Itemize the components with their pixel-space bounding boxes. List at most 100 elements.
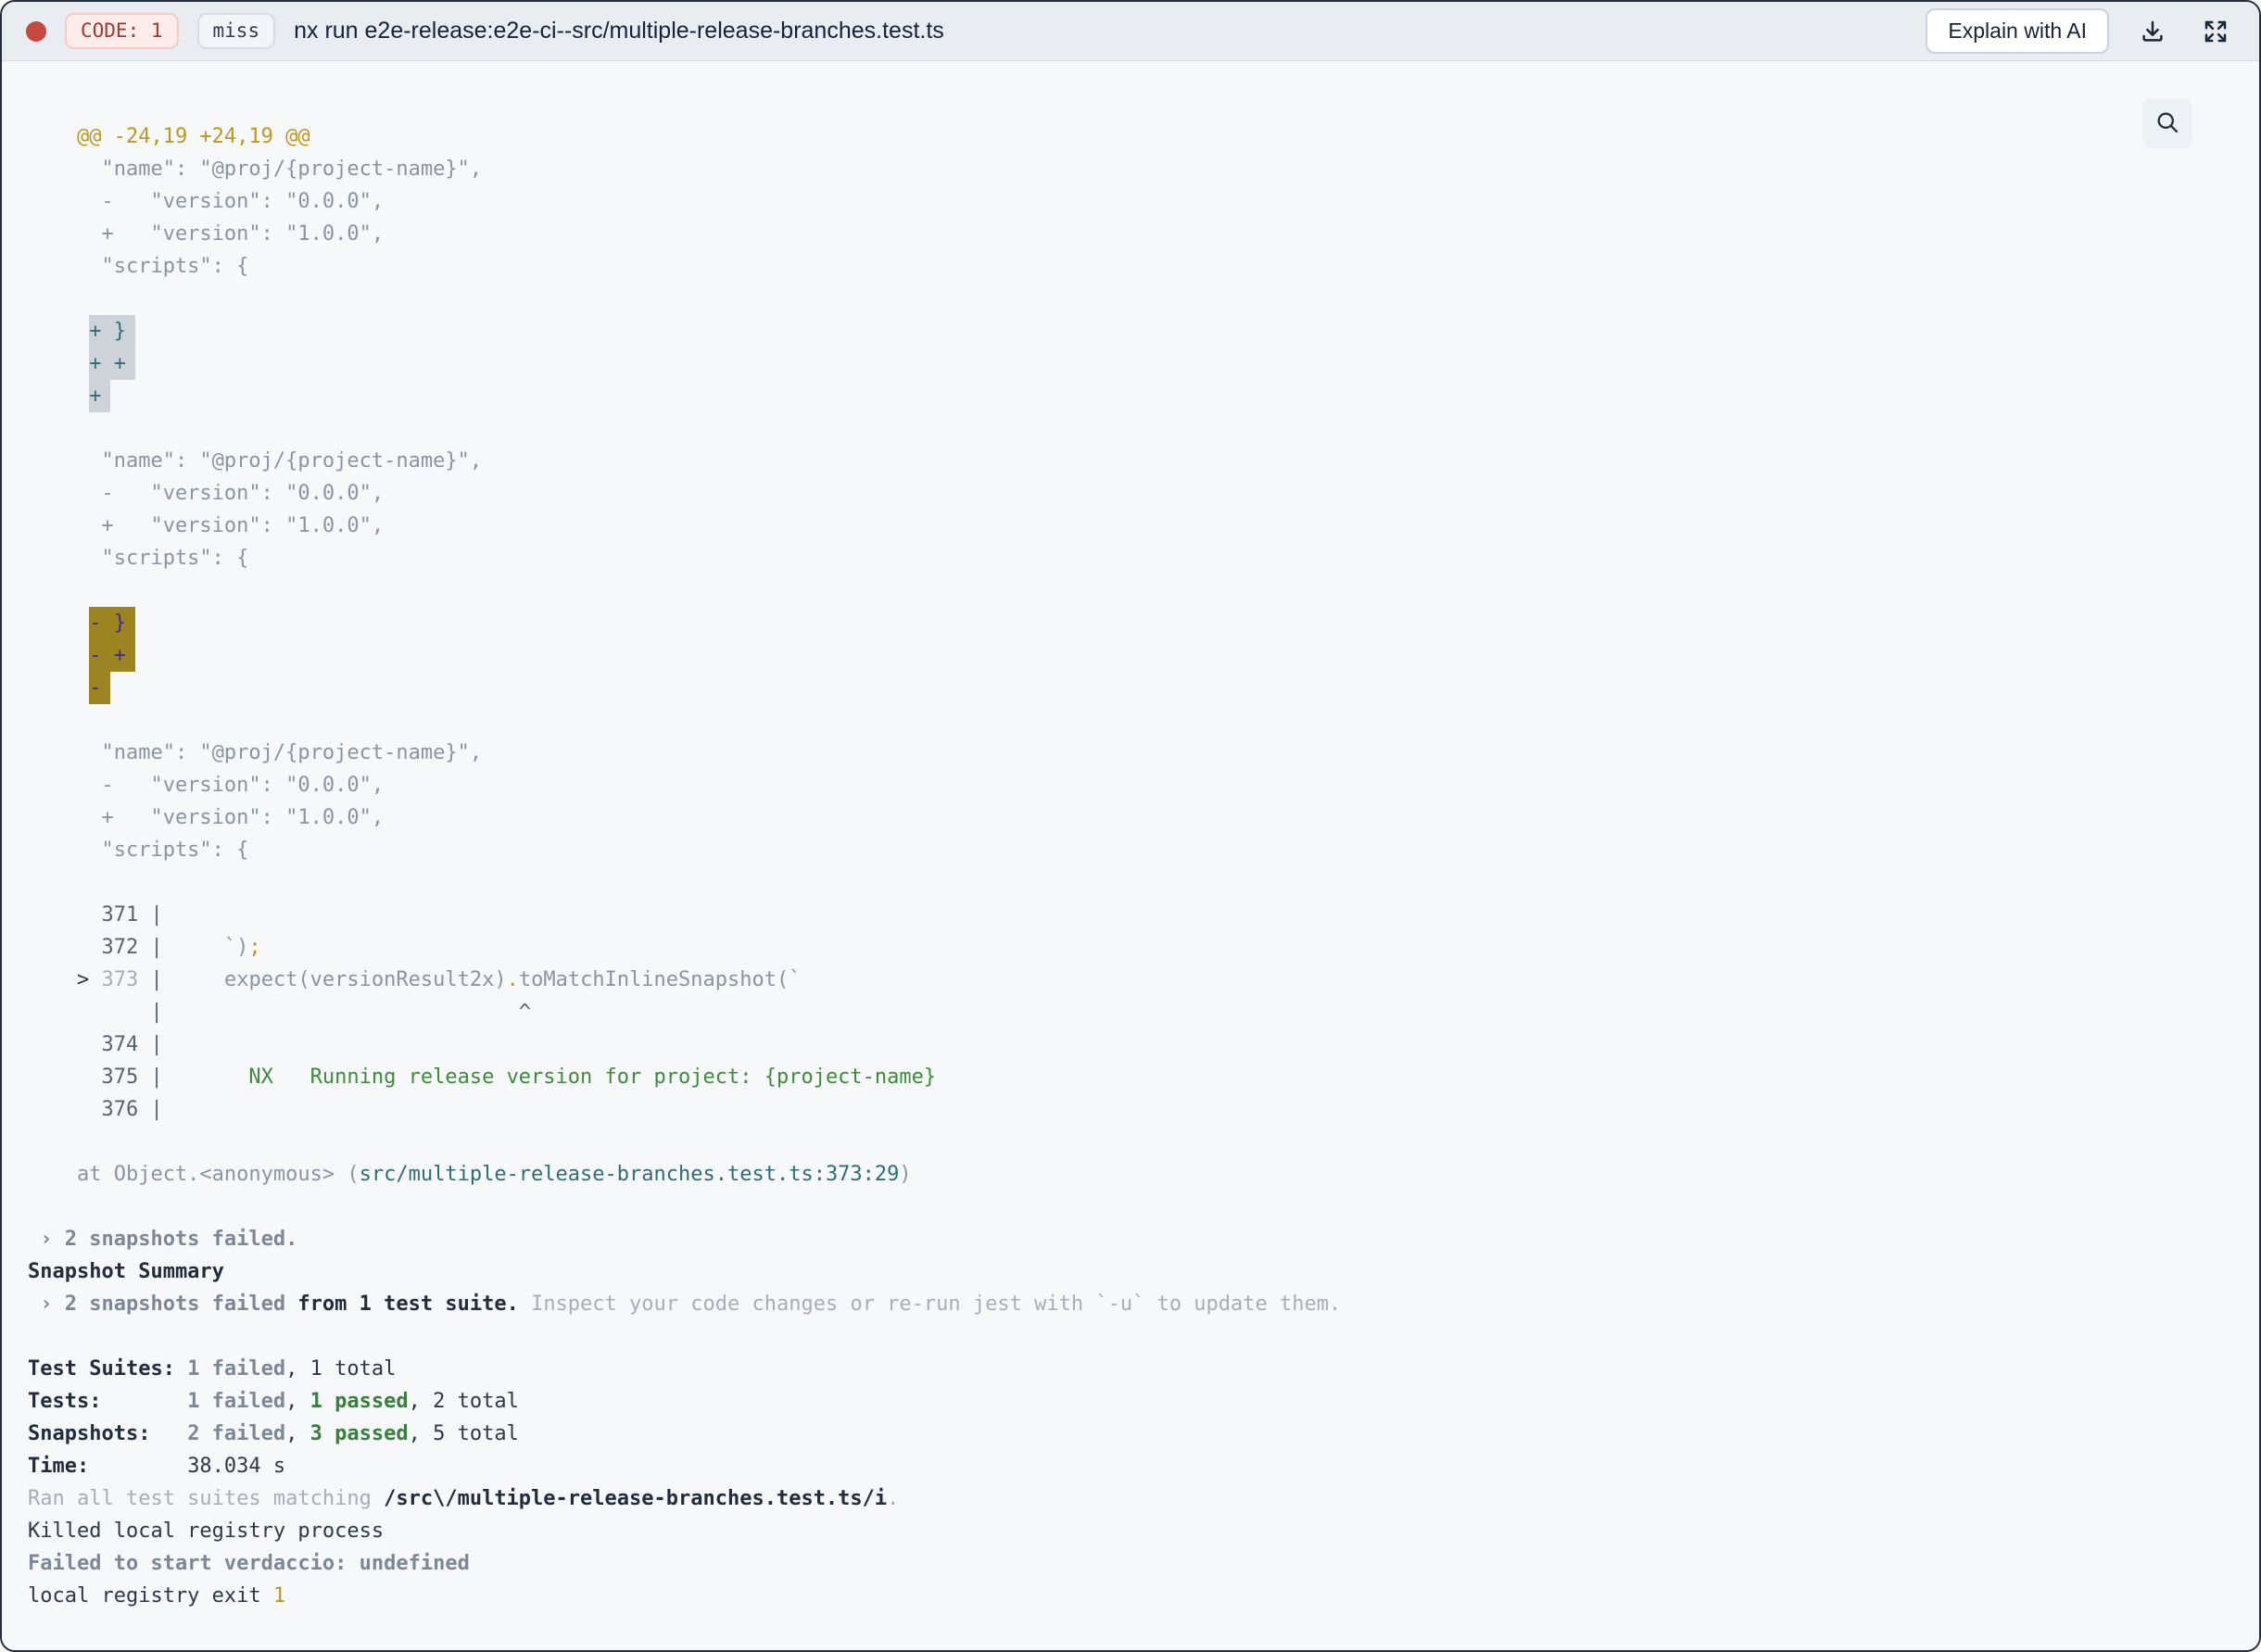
text-segment: Snapshots:	[28, 1422, 188, 1445]
search-icon	[2154, 109, 2180, 138]
text-segment: , 5 total	[408, 1422, 519, 1445]
snapshots-failed-line: › 2 snapshots failed.	[28, 1223, 2259, 1255]
text-segment: Test Suites:	[28, 1357, 188, 1381]
fullscreen-button[interactable]	[2196, 12, 2235, 51]
text-segment: + +	[89, 347, 135, 380]
snapshot-summary-heading: Snapshot Summary	[28, 1255, 2259, 1288]
text-segment: 3 passed	[309, 1422, 409, 1445]
text-segment: - "version": "0.0.0",	[28, 190, 385, 213]
code-frame-line: 371 |	[28, 899, 2259, 931]
log-line: Killed local registry process	[28, 1515, 2259, 1547]
diff-line: + "version": "1.0.0",	[28, 801, 2259, 834]
diff-line: "scripts": {	[28, 250, 2259, 283]
text-segment	[28, 352, 89, 375]
diff-hunk-header: @@ -24,19 +24,19 @@	[28, 120, 2259, 153]
text-segment: + }	[89, 315, 135, 347]
active-search-match-line: -	[28, 672, 2259, 704]
search-match-line: +	[28, 380, 2259, 412]
text-segment: Ran all test suites matching	[28, 1487, 385, 1510]
diff-line: - "version": "0.0.0",	[28, 185, 2259, 218]
text-segment: 1 failed	[187, 1357, 286, 1381]
text-segment: Failed to start verdaccio: undefined	[28, 1552, 470, 1575]
log-line: Failed to start verdaccio: undefined	[28, 1547, 2259, 1580]
text-segment: "scripts": {	[28, 839, 249, 862]
text-segment: - "version": "0.0.0",	[28, 482, 385, 505]
text-segment: 371 |	[28, 903, 163, 927]
cache-status-badge: miss	[196, 13, 276, 49]
header: CODE: 1 miss nx run e2e-release:e2e-ci--…	[2, 2, 2259, 61]
snapshot-summary-line: › 2 snapshots failed from 1 test suite. …	[28, 1288, 2259, 1320]
search-match-line: + }	[28, 315, 2259, 347]
text-segment: "name": "@proj/{project-name}",	[28, 741, 483, 764]
code-frame-line: 372 | `);	[28, 931, 2259, 964]
text-segment: .	[506, 968, 519, 991]
text-segment: + "version": "1.0.0",	[28, 222, 385, 246]
diff-line: + "version": "1.0.0",	[28, 218, 2259, 250]
text-segment: 372 |	[28, 936, 163, 959]
text-segment: 373	[101, 968, 139, 991]
text-segment: |	[138, 968, 163, 991]
text-segment: /src\/multiple-release-branches.test.ts/…	[384, 1487, 888, 1510]
code-frame-caret-line: | ^	[28, 996, 2259, 1028]
text-segment: 1	[272, 1584, 286, 1608]
explain-with-ai-button[interactable]: Explain with AI	[1926, 8, 2109, 54]
diff-line: "scripts": {	[28, 542, 2259, 574]
text-segment: Killed local registry process	[28, 1520, 385, 1543]
text-segment: `)	[162, 936, 249, 959]
task-title: nx run e2e-release:e2e-ci--src/multiple-…	[294, 18, 944, 44]
text-segment	[28, 644, 89, 667]
terminal-output: @@ -24,19 +24,19 @@ "name": "@proj/{proj…	[28, 120, 2259, 1612]
text-segment: toMatchInlineSnapshot(`	[518, 968, 802, 991]
text-segment: -	[89, 672, 111, 704]
text-segment: ,	[285, 1390, 310, 1413]
text-segment: at Object.<anonymous> (	[28, 1163, 360, 1186]
text-segment: >	[28, 968, 102, 991]
text-segment: "scripts": {	[28, 547, 249, 570]
text-segment: from 1 test suite.	[285, 1293, 519, 1316]
diff-line: - "version": "0.0.0",	[28, 769, 2259, 801]
text-segment: expect(versionResult2x)	[162, 968, 507, 991]
text-segment: .	[887, 1487, 900, 1510]
text-segment: local registry exit	[28, 1584, 273, 1608]
text-segment: | ^	[28, 1001, 532, 1024]
code-frame-line: 374 |	[28, 1028, 2259, 1061]
diff-line: "name": "@proj/{project-name}",	[28, 445, 2259, 477]
text-segment	[28, 612, 89, 635]
code-frame-line: 375 | NX Running release version for pro…	[28, 1061, 2259, 1093]
text-segment: 375 |	[28, 1066, 163, 1089]
diff-line: + "version": "1.0.0",	[28, 510, 2259, 542]
code-frame-line: 376 |	[28, 1093, 2259, 1126]
text-segment	[28, 385, 89, 408]
diff-line: "name": "@proj/{project-name}",	[28, 153, 2259, 185]
text-segment: NX Running release version for project: …	[162, 1066, 937, 1089]
search-match-line: + +	[28, 347, 2259, 380]
exit-code-badge: CODE: 1	[65, 13, 179, 49]
snapshots-line: Snapshots: 2 failed, 3 passed, 5 total	[28, 1418, 2259, 1450]
text-segment: 374 |	[28, 1033, 163, 1056]
text-segment: +	[89, 380, 111, 412]
text-segment: 376 |	[28, 1098, 163, 1121]
text-segment: src/multiple-release-branches.test.ts:37…	[359, 1163, 900, 1186]
text-segment	[28, 320, 89, 343]
download-button[interactable]	[2133, 12, 2172, 51]
text-segment: "scripts": {	[28, 255, 249, 278]
text-segment: Inspect your code changes or re-run jest…	[518, 1293, 1342, 1316]
text-segment: 38.034 s	[187, 1455, 286, 1478]
diff-line: "name": "@proj/{project-name}",	[28, 737, 2259, 769]
text-segment: 1 passed	[309, 1390, 409, 1413]
ran-all-suites-line: Ran all test suites matching /src\/multi…	[28, 1482, 2259, 1515]
search-button[interactable]	[2142, 98, 2192, 148]
text-segment: ,	[285, 1422, 310, 1445]
text-segment: + "version": "1.0.0",	[28, 806, 385, 829]
task-output-window: CODE: 1 miss nx run e2e-release:e2e-ci--…	[0, 0, 2261, 1652]
terminal-panel[interactable]: @@ -24,19 +24,19 @@ "name": "@proj/{proj…	[2, 61, 2259, 1650]
text-segment: ;	[248, 936, 261, 959]
text-segment: › 2 snapshots failed	[28, 1293, 286, 1316]
text-segment: , 1 total	[285, 1357, 397, 1381]
active-search-match-line: - }	[28, 607, 2259, 639]
